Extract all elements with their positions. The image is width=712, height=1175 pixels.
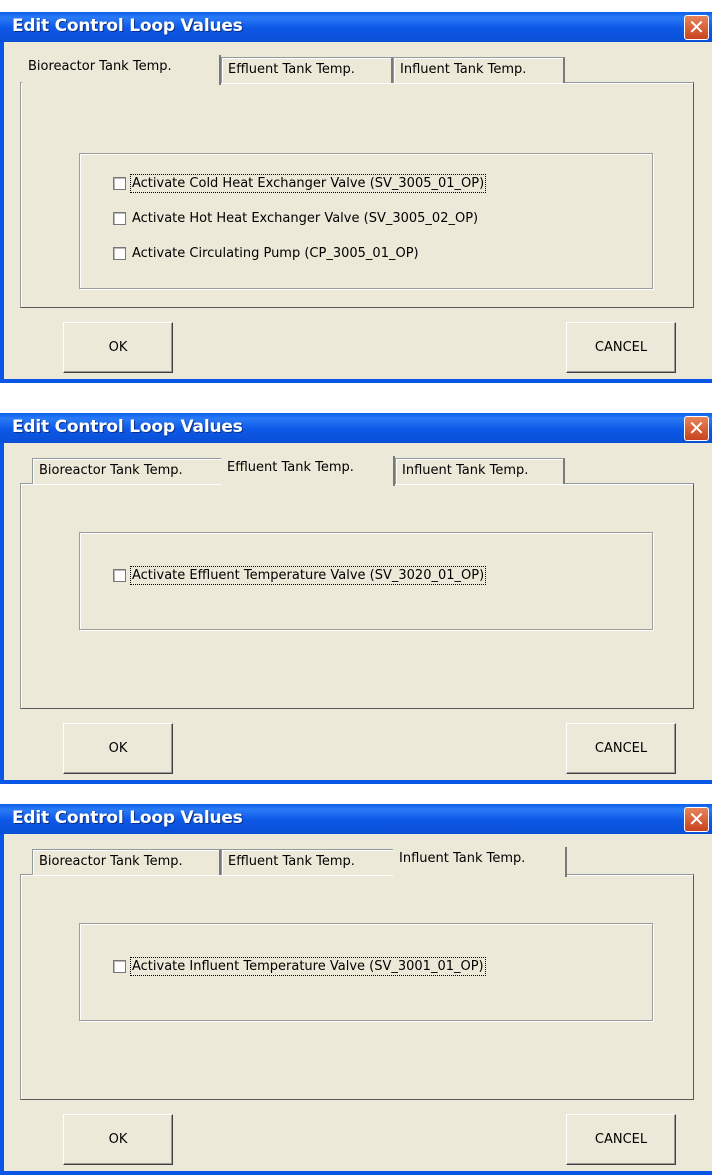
dialog-client: Activate Influent Temperature Valve (SV_…	[4, 834, 712, 1171]
title-bar[interactable]: Edit Control Loop Values ✕	[0, 12, 712, 42]
checkbox-label[interactable]: Activate Circulating Pump (CP_3005_01_OP…	[132, 246, 419, 261]
ok-button[interactable]: OK	[63, 1114, 173, 1165]
close-icon[interactable]: ✕	[684, 416, 709, 441]
title-bar[interactable]: Edit Control Loop Values ✕	[0, 804, 712, 834]
dialog-effluent: Edit Control Loop Values ✕ Activate Effl…	[0, 413, 712, 784]
tab-panel: Activate Effluent Temperature Valve (SV_…	[20, 483, 694, 709]
tab-panel: Activate Cold Heat Exchanger Valve (SV_3…	[20, 82, 694, 308]
title-bar[interactable]: Edit Control Loop Values ✕	[0, 413, 712, 443]
checkbox-label[interactable]: Activate Effluent Temperature Valve (SV_…	[129, 566, 487, 585]
ok-button[interactable]: OK	[63, 322, 173, 373]
tab-bioreactor[interactable]: Bioreactor Tank Temp.	[32, 458, 221, 484]
tab-influent[interactable]: Influent Tank Temp.	[393, 57, 565, 83]
tab-panel: Activate Influent Temperature Valve (SV_…	[20, 874, 694, 1100]
cancel-button[interactable]: CANCEL	[566, 723, 676, 774]
checkbox-group: Activate Influent Temperature Valve (SV_…	[79, 923, 653, 1021]
checkbox-group: Activate Cold Heat Exchanger Valve (SV_3…	[79, 153, 653, 289]
checkbox-group: Activate Effluent Temperature Valve (SV_…	[79, 532, 653, 630]
tab-effluent[interactable]: Effluent Tank Temp.	[221, 849, 393, 875]
checkbox-box[interactable]	[113, 177, 126, 190]
dialog-title: Edit Control Loop Values	[12, 808, 243, 828]
checkbox-box[interactable]	[113, 569, 126, 582]
close-icon[interactable]: ✕	[684, 15, 709, 40]
tab-effluent[interactable]: Effluent Tank Temp.	[221, 456, 395, 486]
dialog-title: Edit Control Loop Values	[12, 417, 243, 437]
checkbox-label[interactable]: Activate Cold Heat Exchanger Valve (SV_3…	[129, 174, 487, 193]
checkbox-label[interactable]: Activate Hot Heat Exchanger Valve (SV_30…	[132, 211, 478, 226]
checkbox-box[interactable]	[113, 960, 126, 973]
checkbox-box[interactable]	[113, 247, 126, 260]
cancel-button[interactable]: CANCEL	[566, 1114, 676, 1165]
dialog-title: Edit Control Loop Values	[12, 16, 243, 36]
dialog-client: Activate Cold Heat Exchanger Valve (SV_3…	[4, 42, 712, 379]
cancel-button[interactable]: CANCEL	[566, 322, 676, 373]
close-icon[interactable]: ✕	[684, 807, 709, 832]
tab-bioreactor[interactable]: Bioreactor Tank Temp.	[22, 55, 221, 85]
dialog-client: Activate Effluent Temperature Valve (SV_…	[4, 443, 712, 780]
tab-effluent[interactable]: Effluent Tank Temp.	[221, 57, 393, 83]
tab-influent[interactable]: Influent Tank Temp.	[395, 458, 565, 484]
checkbox-box[interactable]	[113, 212, 126, 225]
checkbox-label[interactable]: Activate Influent Temperature Valve (SV_…	[130, 957, 486, 976]
tab-bioreactor[interactable]: Bioreactor Tank Temp.	[32, 849, 221, 875]
dialog-influent: Edit Control Loop Values ✕ Activate Infl…	[0, 804, 712, 1175]
ok-button[interactable]: OK	[63, 723, 173, 774]
tab-influent[interactable]: Influent Tank Temp.	[393, 847, 567, 877]
dialog-bioreactor: Edit Control Loop Values ✕ Activate Cold…	[0, 12, 712, 383]
